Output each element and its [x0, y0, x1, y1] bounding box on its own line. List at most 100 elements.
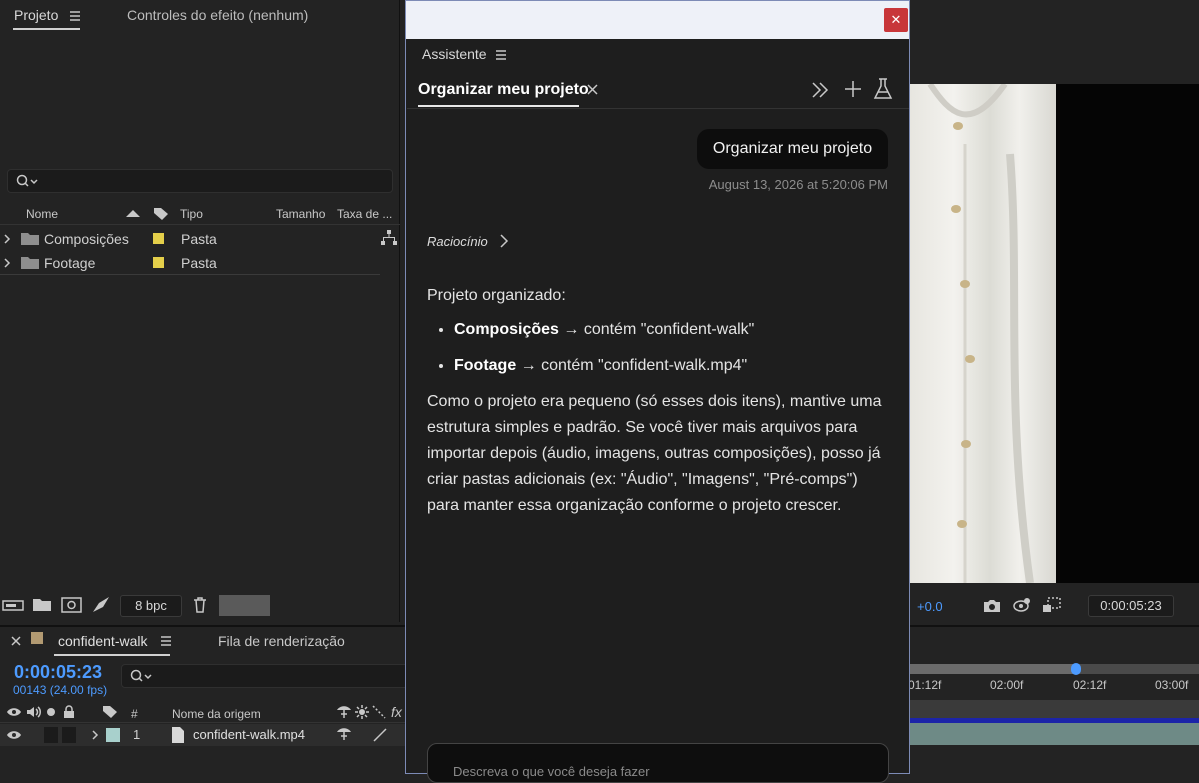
frame-info: 00143 (24.00 fps)	[13, 683, 108, 697]
show-snapshot-icon[interactable]	[1012, 597, 1032, 613]
column-rate[interactable]: Taxa de ...	[337, 203, 392, 225]
color-swatch[interactable]	[219, 595, 270, 616]
response-list: Composições → contém "confident-walk" Fo…	[454, 317, 889, 379]
ruler-label: 03:00f	[1155, 678, 1189, 692]
lock-toggle[interactable]	[62, 727, 76, 743]
flowchart-icon[interactable]	[380, 230, 398, 246]
layer-name[interactable]: confident-walk.mp4	[193, 727, 305, 742]
bullet-text: → contém "confident-walk"	[558, 321, 755, 338]
interpret-footage-icon[interactable]	[2, 598, 24, 614]
solo-icon[interactable]	[46, 707, 56, 717]
bullet-text: → contém "confident-walk.mp4"	[516, 357, 748, 374]
sort-ascending-icon	[126, 210, 140, 217]
tab-effect-controls[interactable]: Controles do efeito (nenhum)	[127, 7, 308, 23]
list-item: Footage → contém "confident-walk.mp4"	[454, 353, 889, 379]
tab-confident-walk[interactable]: confident-walk	[58, 633, 148, 649]
panel-menu-icon[interactable]	[495, 50, 507, 60]
work-area-bar[interactable]	[910, 664, 1076, 674]
ruler-label: 02:12f	[1073, 678, 1107, 692]
flask-icon[interactable]	[873, 78, 893, 100]
tab-project-underline	[13, 28, 80, 30]
response-paragraph: Como o projeto era pequeno (só esses doi…	[427, 393, 882, 514]
solo-toggle[interactable]	[44, 727, 58, 743]
chevron-right-icon[interactable]	[3, 258, 11, 268]
chevron-right-icon[interactable]	[91, 730, 99, 740]
folder-icon	[21, 233, 39, 245]
tab-underline	[54, 654, 170, 656]
layer-duration-bar[interactable]	[910, 723, 1199, 745]
audio-icon[interactable]	[26, 706, 42, 718]
viewer-timecode[interactable]: 0:00:05:23	[1088, 595, 1174, 617]
timeline-search-input[interactable]	[121, 664, 411, 688]
reasoning-label: Raciocínio	[427, 234, 488, 249]
layer-index: 1	[133, 727, 141, 742]
search-icon	[16, 174, 38, 187]
source-name-header[interactable]: Nome da origem	[172, 707, 261, 721]
close-icon[interactable]	[11, 636, 21, 646]
panel-menu-icon[interactable]	[69, 11, 81, 21]
assistant-title: Assistente	[422, 46, 487, 62]
assistant-response: Projeto organizado: Composições → contém…	[427, 283, 889, 519]
layer-label-swatch[interactable]	[106, 728, 120, 742]
timeline-track	[910, 700, 1199, 718]
chevron-right-icon	[500, 234, 509, 248]
item-type: Pasta	[181, 255, 217, 271]
camera-icon[interactable]	[983, 599, 1001, 613]
ruler-label: 02:00f	[990, 678, 1024, 692]
close-tab-icon[interactable]	[587, 84, 598, 95]
column-name[interactable]: Nome	[26, 203, 58, 225]
quality-icon[interactable]	[372, 705, 386, 719]
column-size[interactable]: Tamanho	[276, 203, 325, 225]
ruler-label: 01:12f	[908, 678, 942, 692]
list-item: Composições → contém "confident-walk"	[454, 317, 889, 343]
render-icon[interactable]	[92, 597, 110, 613]
video-frame	[910, 84, 1056, 583]
item-name: Composições	[44, 231, 129, 247]
label-tag-icon[interactable]	[153, 207, 169, 221]
list-item[interactable]: Composições Pasta	[0, 227, 380, 251]
chevron-right-icon[interactable]	[3, 234, 11, 244]
reasoning-toggle[interactable]: Raciocínio	[427, 233, 509, 249]
panel-menu-icon[interactable]	[160, 636, 172, 646]
project-search-input[interactable]	[7, 169, 393, 193]
lock-icon[interactable]	[63, 705, 75, 719]
shy-icon[interactable]	[336, 705, 352, 719]
collapse-icon[interactable]	[355, 705, 369, 719]
table-row[interactable]: 1 confident-walk.mp4	[0, 724, 410, 746]
fx-label[interactable]: fx	[391, 704, 402, 720]
label-tag-icon[interactable]	[102, 705, 118, 719]
current-time[interactable]: 0:00:05:23	[14, 662, 102, 683]
tab-project[interactable]: Projeto	[14, 7, 58, 23]
viewer-background	[1056, 84, 1199, 583]
region-of-interest-icon[interactable]	[1042, 597, 1062, 613]
bit-depth-button[interactable]: 8 bpc	[120, 595, 182, 617]
folder-icon	[21, 257, 39, 269]
project-panel: Projeto Controles do efeito (nenhum) Nom…	[0, 0, 400, 622]
eye-icon[interactable]	[7, 707, 21, 717]
file-icon	[172, 727, 184, 743]
label-swatch[interactable]	[153, 233, 164, 244]
time-ruler[interactable]: 01:12f 02:00f 02:12f 03:00f	[908, 660, 1199, 700]
close-button[interactable]: ✕	[884, 8, 908, 32]
message-timestamp: August 13, 2026 at 5:20:06 PM	[708, 177, 888, 192]
trash-icon[interactable]	[193, 597, 207, 613]
label-swatch[interactable]	[153, 257, 164, 268]
list-item[interactable]: Footage Pasta	[0, 251, 380, 275]
item-name: Footage	[44, 255, 96, 271]
dialog-titlebar[interactable]	[406, 1, 909, 39]
plus-icon[interactable]	[844, 80, 862, 98]
eye-icon[interactable]	[7, 730, 21, 740]
playhead[interactable]	[1071, 663, 1081, 675]
exposure-value[interactable]: +0.0	[917, 599, 943, 614]
user-message-bubble: Organizar meu projeto	[697, 129, 888, 169]
tab-organize-project[interactable]: Organizar meu projeto	[418, 81, 589, 99]
tab-render-queue[interactable]: Fila de renderização	[218, 633, 345, 649]
column-type[interactable]: Tipo	[180, 203, 203, 225]
quality-icon[interactable]	[372, 727, 388, 743]
chevrons-right-icon[interactable]	[811, 81, 829, 99]
shy-icon[interactable]	[336, 727, 352, 741]
new-folder-icon[interactable]	[33, 598, 51, 612]
new-composition-icon[interactable]	[61, 597, 82, 613]
work-area-rest	[1076, 664, 1199, 674]
bullet-bold: Footage	[454, 357, 517, 374]
